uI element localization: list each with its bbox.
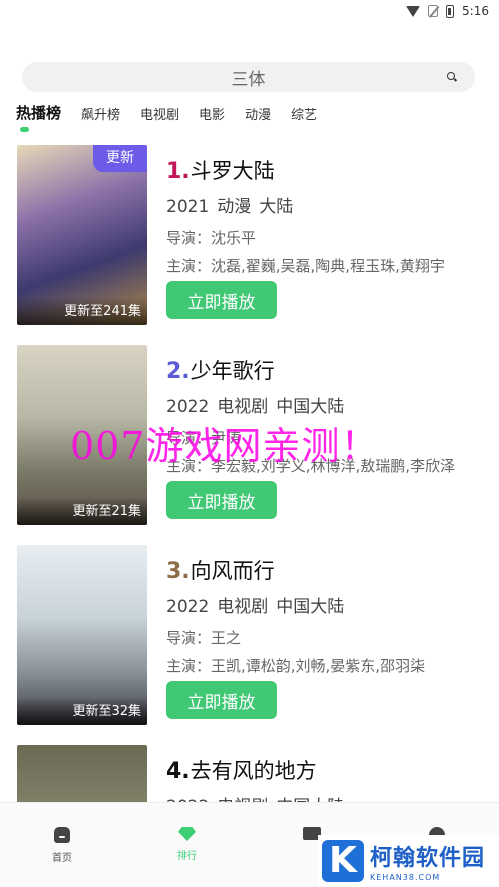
genre: 电视剧 xyxy=(217,597,269,617)
item-meta: 2022 电视剧中国大陆 xyxy=(166,392,352,417)
item-meta: 2021 动漫 大陆 xyxy=(166,192,301,217)
battery-icon xyxy=(446,4,455,18)
tab-variety[interactable]: 综艺 xyxy=(291,104,317,125)
play-button[interactable]: 立即播放 xyxy=(166,681,277,719)
genre: 电视剧 xyxy=(217,397,269,417)
item-title[interactable]: 4.去有风的地方 xyxy=(166,755,317,785)
rank-number: 1. xyxy=(166,159,190,184)
nav-rank-label: 排行 xyxy=(177,851,197,862)
nav-rank[interactable]: 排行 xyxy=(157,827,217,862)
rank-number: 4. xyxy=(166,759,190,784)
list-item[interactable]: 更新至32集 3.向风而行 2022 电视剧 中国大陆 导演：王之 主演：王凯,谭松… xyxy=(0,545,499,727)
tab-rising[interactable]: 飙升榜 xyxy=(81,104,120,125)
rank-icon xyxy=(178,827,196,841)
active-tab-indicator xyxy=(20,127,29,132)
rank-number: 3. xyxy=(166,559,190,584)
search-bar[interactable]: 三体 xyxy=(22,62,475,92)
list-item[interactable]: 更新 更新至241集 1.斗罗大陆 2021 动漫 大陆 导演：沈乐平 主演：沈磊,… xyxy=(0,145,499,327)
title-text: 向风而行 xyxy=(190,559,275,583)
actors: 主演：沈磊,翟巍,吴磊,陶典,程玉珠,黄翔宇 xyxy=(166,257,445,275)
year: 2022 xyxy=(166,597,210,617)
director: 导演：沈乐平 xyxy=(166,229,257,247)
genre: 动漫 xyxy=(217,197,252,217)
director: 导演：王之 xyxy=(166,629,242,647)
category-tabs: 热播榜 飙升榜 电视剧 电影 动漫 综艺 xyxy=(16,102,317,125)
region: 中国大陆 xyxy=(276,397,345,417)
brand-url: KEHAN38.COM xyxy=(370,873,441,882)
poster-image[interactable]: 更新 更新至241集 xyxy=(17,145,147,325)
episode-count: 更新至32集 xyxy=(17,697,147,725)
brand-watermark: K 柯翰软件园 KEHAN38.COM xyxy=(318,835,499,887)
tab-hot[interactable]: 热播榜 xyxy=(16,102,61,125)
episode-count: 更新至241集 xyxy=(17,297,147,325)
episode-count: 更新至21集 xyxy=(17,497,147,525)
tab-tv[interactable]: 电视剧 xyxy=(140,104,179,125)
watermark-text: 007游戏网亲测！ xyxy=(70,424,380,468)
item-title[interactable]: 2.少年歌行 xyxy=(166,355,275,385)
status-time: 5:16 xyxy=(462,4,489,18)
year: 2022 xyxy=(166,397,210,417)
home-icon xyxy=(54,827,70,843)
tab-anime[interactable]: 动漫 xyxy=(245,104,271,125)
nav-home[interactable]: 首页 xyxy=(32,827,92,864)
actors: 主演：王凯,谭松韵,刘畅,晏紫东,邵羽柒 xyxy=(166,657,426,675)
item-meta: 2022 电视剧中国大陆 xyxy=(166,592,352,617)
region: 大陆 xyxy=(259,197,294,217)
poster-image[interactable]: 更新至32集 xyxy=(17,545,147,725)
region: 中国大陆 xyxy=(276,597,345,617)
year: 2021 xyxy=(166,197,210,217)
nav-home-label: 首页 xyxy=(52,853,72,864)
no-sim-icon xyxy=(428,5,439,17)
play-button[interactable]: 立即播放 xyxy=(166,281,277,319)
title-text: 少年歌行 xyxy=(190,359,275,383)
rank-number: 2. xyxy=(166,359,190,384)
status-bar: 5:16 xyxy=(0,0,499,22)
update-badge: 更新 xyxy=(93,145,147,172)
item-title[interactable]: 1.斗罗大陆 xyxy=(166,155,275,185)
wifi-icon xyxy=(406,5,421,17)
brand-logo: K xyxy=(322,840,364,882)
brand-name: 柯翰软件园 xyxy=(370,846,486,871)
tab-movie[interactable]: 电影 xyxy=(199,104,225,125)
item-title[interactable]: 3.向风而行 xyxy=(166,555,275,585)
play-button[interactable]: 立即播放 xyxy=(166,481,277,519)
search-icon[interactable] xyxy=(447,72,455,80)
search-text: 三体 xyxy=(231,69,266,90)
title-text: 去有风的地方 xyxy=(190,759,317,783)
title-text: 斗罗大陆 xyxy=(190,159,275,183)
